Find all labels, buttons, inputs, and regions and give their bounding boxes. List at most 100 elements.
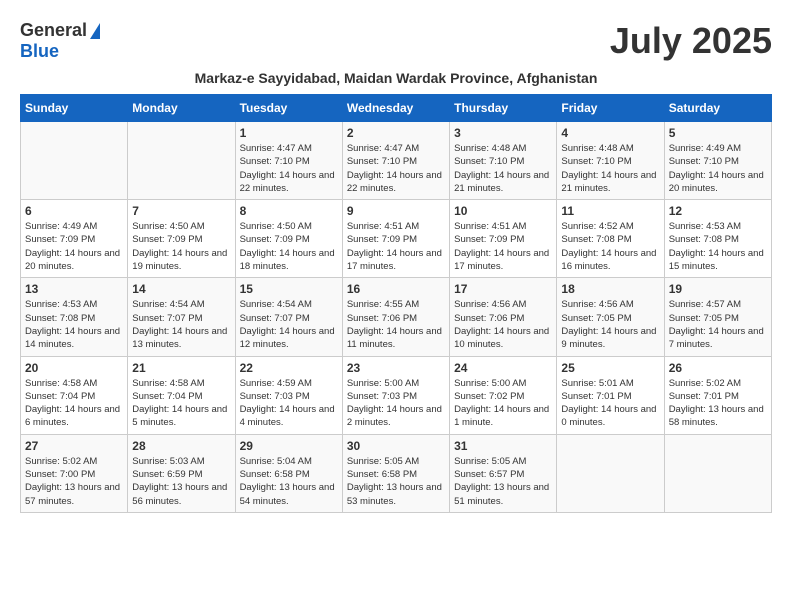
day-of-week-header: Thursday bbox=[450, 95, 557, 122]
day-number: 19 bbox=[669, 282, 767, 296]
day-number: 7 bbox=[132, 204, 230, 218]
day-number: 11 bbox=[561, 204, 659, 218]
calendar-cell: 8 Sunrise: 4:50 AMSunset: 7:09 PMDaylight… bbox=[235, 200, 342, 278]
calendar-cell: 20 Sunrise: 4:58 AMSunset: 7:04 PMDayligh… bbox=[21, 356, 128, 434]
calendar-table: SundayMondayTuesdayWednesdayThursdayFrid… bbox=[20, 94, 772, 513]
day-info: Sunrise: 4:56 AMSunset: 7:06 PMDaylight:… bbox=[454, 298, 552, 351]
day-info: Sunrise: 4:58 AMSunset: 7:04 PMDaylight:… bbox=[132, 377, 230, 430]
day-number: 17 bbox=[454, 282, 552, 296]
calendar-cell: 18 Sunrise: 4:56 AMSunset: 7:05 PMDayligh… bbox=[557, 278, 664, 356]
calendar-cell: 16Sunrise: 4:55 AMSunset: 7:06 PMDayligh… bbox=[342, 278, 449, 356]
day-number: 15 bbox=[240, 282, 338, 296]
day-number: 1 bbox=[240, 126, 338, 140]
calendar-cell: 27Sunrise: 5:02 AMSunset: 7:00 PMDayligh… bbox=[21, 434, 128, 512]
day-number: 8 bbox=[240, 204, 338, 218]
day-number: 22 bbox=[240, 361, 338, 375]
day-info: Sunrise: 4:54 AMSunset: 7:07 PMDaylight:… bbox=[240, 298, 338, 351]
calendar-cell bbox=[557, 434, 664, 512]
calendar-cell: 5 Sunrise: 4:49 AMSunset: 7:10 PMDaylight… bbox=[664, 122, 771, 200]
day-number: 25 bbox=[561, 361, 659, 375]
calendar-body: 1 Sunrise: 4:47 AMSunset: 7:10 PMDaylight… bbox=[21, 122, 772, 513]
day-info: Sunrise: 5:05 AMSunset: 6:58 PMDaylight:… bbox=[347, 455, 445, 508]
calendar-cell: 14Sunrise: 4:54 AMSunset: 7:07 PMDayligh… bbox=[128, 278, 235, 356]
calendar-cell: 28 Sunrise: 5:03 AMSunset: 6:59 PMDayligh… bbox=[128, 434, 235, 512]
day-info: Sunrise: 4:53 AMSunset: 7:08 PMDaylight:… bbox=[25, 298, 123, 351]
calendar-cell: 26 Sunrise: 5:02 AMSunset: 7:01 PMDayligh… bbox=[664, 356, 771, 434]
day-number: 30 bbox=[347, 439, 445, 453]
day-info: Sunrise: 4:48 AMSunset: 7:10 PMDaylight:… bbox=[561, 142, 659, 195]
calendar-cell: 19Sunrise: 4:57 AMSunset: 7:05 PMDayligh… bbox=[664, 278, 771, 356]
logo-triangle-icon bbox=[90, 23, 100, 39]
calendar-week-row: 6 Sunrise: 4:49 AMSunset: 7:09 PMDaylight… bbox=[21, 200, 772, 278]
day-info: Sunrise: 4:51 AMSunset: 7:09 PMDaylight:… bbox=[347, 220, 445, 273]
day-info: Sunrise: 4:47 AMSunset: 7:10 PMDaylight:… bbox=[240, 142, 338, 195]
calendar-cell: 2 Sunrise: 4:47 AMSunset: 7:10 PMDaylight… bbox=[342, 122, 449, 200]
logo: General Blue bbox=[20, 20, 100, 62]
day-info: Sunrise: 4:59 AMSunset: 7:03 PMDaylight:… bbox=[240, 377, 338, 430]
day-info: Sunrise: 4:51 AMSunset: 7:09 PMDaylight:… bbox=[454, 220, 552, 273]
day-number: 5 bbox=[669, 126, 767, 140]
calendar-header: SundayMondayTuesdayWednesdayThursdayFrid… bbox=[21, 95, 772, 122]
day-info: Sunrise: 5:00 AMSunset: 7:03 PMDaylight:… bbox=[347, 377, 445, 430]
day-info: Sunrise: 4:47 AMSunset: 7:10 PMDaylight:… bbox=[347, 142, 445, 195]
day-info: Sunrise: 4:49 AMSunset: 7:09 PMDaylight:… bbox=[25, 220, 123, 273]
calendar-cell: 9 Sunrise: 4:51 AMSunset: 7:09 PMDaylight… bbox=[342, 200, 449, 278]
location-subtitle: Markaz-e Sayyidabad, Maidan Wardak Provi… bbox=[20, 70, 772, 86]
day-info: Sunrise: 4:53 AMSunset: 7:08 PMDaylight:… bbox=[669, 220, 767, 273]
day-number: 10 bbox=[454, 204, 552, 218]
day-number: 13 bbox=[25, 282, 123, 296]
day-info: Sunrise: 4:55 AMSunset: 7:06 PMDaylight:… bbox=[347, 298, 445, 351]
day-info: Sunrise: 4:50 AMSunset: 7:09 PMDaylight:… bbox=[240, 220, 338, 273]
calendar-week-row: 13 Sunrise: 4:53 AMSunset: 7:08 PMDayligh… bbox=[21, 278, 772, 356]
calendar-cell: 7 Sunrise: 4:50 AMSunset: 7:09 PMDaylight… bbox=[128, 200, 235, 278]
day-number: 4 bbox=[561, 126, 659, 140]
day-number: 20 bbox=[25, 361, 123, 375]
day-number: 9 bbox=[347, 204, 445, 218]
calendar-cell: 6 Sunrise: 4:49 AMSunset: 7:09 PMDaylight… bbox=[21, 200, 128, 278]
day-info: Sunrise: 5:02 AMSunset: 7:00 PMDaylight:… bbox=[25, 455, 123, 508]
logo-blue-text: Blue bbox=[20, 41, 59, 62]
calendar-cell bbox=[128, 122, 235, 200]
month-title: July 2025 bbox=[610, 20, 772, 62]
day-info: Sunrise: 4:54 AMSunset: 7:07 PMDaylight:… bbox=[132, 298, 230, 351]
day-info: Sunrise: 5:00 AMSunset: 7:02 PMDaylight:… bbox=[454, 377, 552, 430]
calendar-cell: 17 Sunrise: 4:56 AMSunset: 7:06 PMDayligh… bbox=[450, 278, 557, 356]
day-info: Sunrise: 4:49 AMSunset: 7:10 PMDaylight:… bbox=[669, 142, 767, 195]
day-of-week-header: Tuesday bbox=[235, 95, 342, 122]
day-of-week-header: Sunday bbox=[21, 95, 128, 122]
calendar-week-row: 20 Sunrise: 4:58 AMSunset: 7:04 PMDayligh… bbox=[21, 356, 772, 434]
day-number: 2 bbox=[347, 126, 445, 140]
day-info: Sunrise: 5:02 AMSunset: 7:01 PMDaylight:… bbox=[669, 377, 767, 430]
calendar-cell bbox=[21, 122, 128, 200]
day-info: Sunrise: 5:03 AMSunset: 6:59 PMDaylight:… bbox=[132, 455, 230, 508]
day-number: 31 bbox=[454, 439, 552, 453]
day-number: 18 bbox=[561, 282, 659, 296]
calendar-cell bbox=[664, 434, 771, 512]
day-number: 3 bbox=[454, 126, 552, 140]
day-number: 26 bbox=[669, 361, 767, 375]
calendar-cell: 10 Sunrise: 4:51 AMSunset: 7:09 PMDayligh… bbox=[450, 200, 557, 278]
day-info: Sunrise: 4:48 AMSunset: 7:10 PMDaylight:… bbox=[454, 142, 552, 195]
calendar-cell: 25 Sunrise: 5:01 AMSunset: 7:01 PMDayligh… bbox=[557, 356, 664, 434]
day-number: 6 bbox=[25, 204, 123, 218]
day-number: 28 bbox=[132, 439, 230, 453]
day-info: Sunrise: 4:50 AMSunset: 7:09 PMDaylight:… bbox=[132, 220, 230, 273]
calendar-cell: 15 Sunrise: 4:54 AMSunset: 7:07 PMDayligh… bbox=[235, 278, 342, 356]
calendar-cell: 3 Sunrise: 4:48 AMSunset: 7:10 PMDaylight… bbox=[450, 122, 557, 200]
day-info: Sunrise: 4:56 AMSunset: 7:05 PMDaylight:… bbox=[561, 298, 659, 351]
day-of-week-header: Monday bbox=[128, 95, 235, 122]
day-of-week-header: Friday bbox=[557, 95, 664, 122]
day-number: 24 bbox=[454, 361, 552, 375]
day-info: Sunrise: 5:01 AMSunset: 7:01 PMDaylight:… bbox=[561, 377, 659, 430]
page-header: General Blue July 2025 bbox=[20, 20, 772, 62]
calendar-cell: 4 Sunrise: 4:48 AMSunset: 7:10 PMDaylight… bbox=[557, 122, 664, 200]
calendar-cell: 29Sunrise: 5:04 AMSunset: 6:58 PMDayligh… bbox=[235, 434, 342, 512]
calendar-cell: 21Sunrise: 4:58 AMSunset: 7:04 PMDayligh… bbox=[128, 356, 235, 434]
calendar-cell: 31Sunrise: 5:05 AMSunset: 6:57 PMDayligh… bbox=[450, 434, 557, 512]
day-info: Sunrise: 4:58 AMSunset: 7:04 PMDaylight:… bbox=[25, 377, 123, 430]
day-number: 29 bbox=[240, 439, 338, 453]
calendar-cell: 30 Sunrise: 5:05 AMSunset: 6:58 PMDayligh… bbox=[342, 434, 449, 512]
day-number: 23 bbox=[347, 361, 445, 375]
calendar-cell: 23 Sunrise: 5:00 AMSunset: 7:03 PMDayligh… bbox=[342, 356, 449, 434]
calendar-cell: 1 Sunrise: 4:47 AMSunset: 7:10 PMDaylight… bbox=[235, 122, 342, 200]
